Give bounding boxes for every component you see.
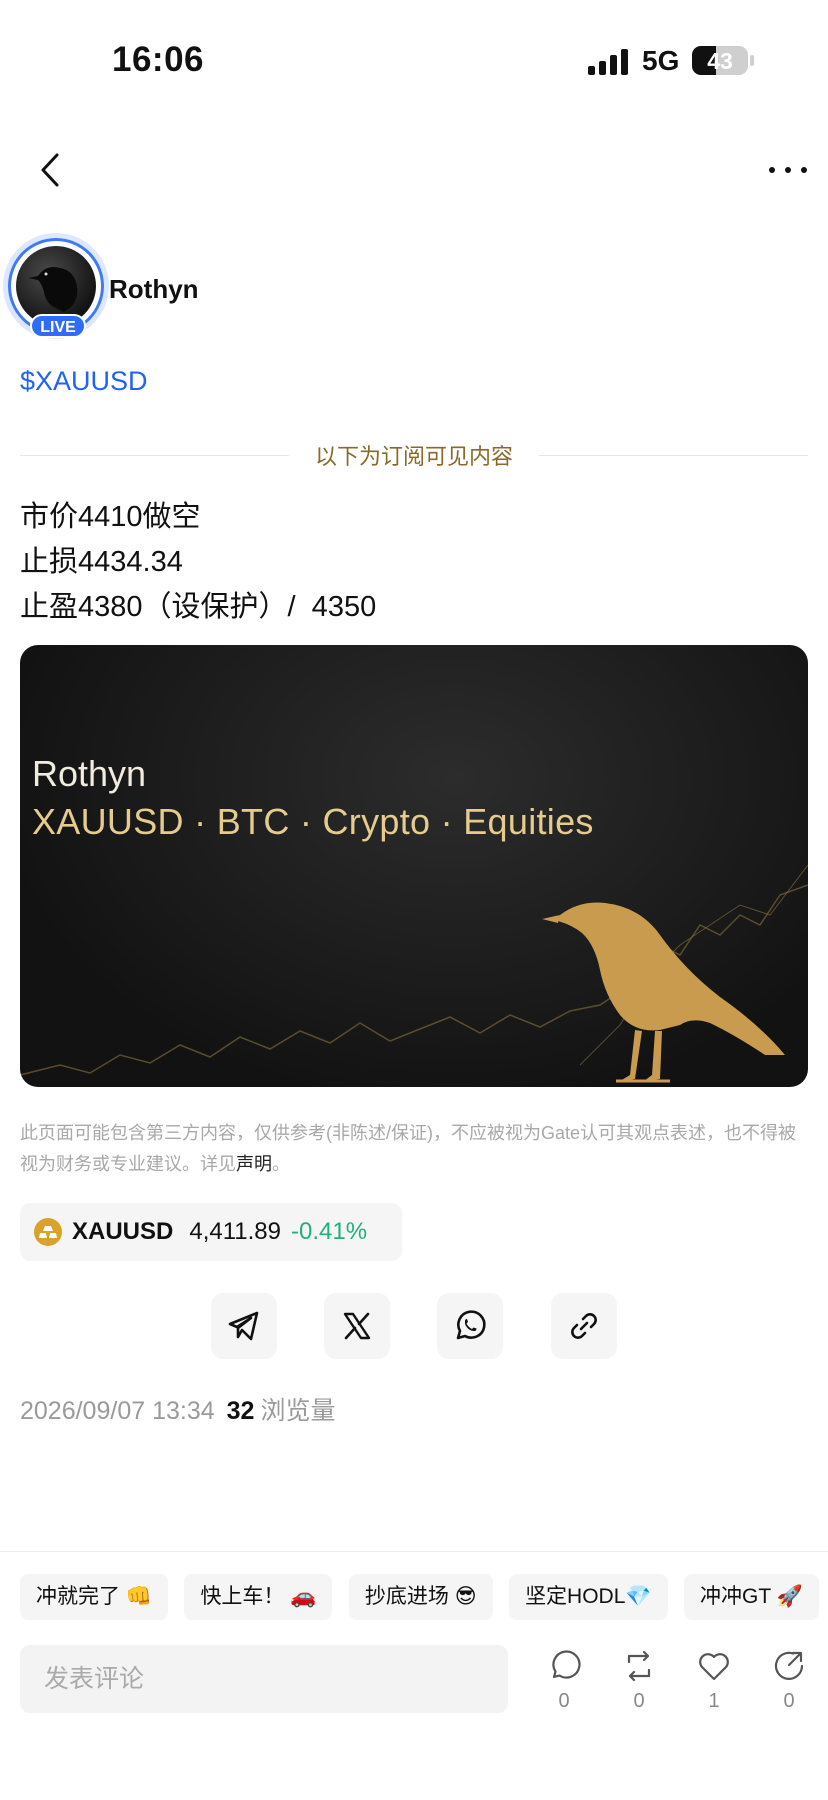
share-icon <box>774 1651 804 1680</box>
share-action[interactable]: 0 <box>759 1648 819 1713</box>
share-x-button[interactable] <box>324 1293 390 1359</box>
reaction-chip[interactable]: 快上车！ 🚗 <box>184 1574 333 1620</box>
whatsapp-icon <box>456 1310 486 1340</box>
signal-icon <box>588 47 630 75</box>
ticker-tag-link[interactable]: $XAUUSD <box>20 366 148 397</box>
quote-price: 4,411.89 <box>189 1218 281 1245</box>
comment-input[interactable]: 发表评论 <box>20 1645 508 1713</box>
more-button[interactable] <box>760 150 816 190</box>
gold-bar-icon <box>34 1218 62 1246</box>
views-count: 32 <box>226 1397 255 1425</box>
banner-brand: Rothyn <box>32 753 147 794</box>
link-icon <box>571 1313 597 1339</box>
repost-count: 0 <box>633 1690 645 1712</box>
share-whatsapp-button[interactable] <box>437 1293 503 1359</box>
share-count: 0 <box>783 1690 795 1712</box>
post-line: 止损4434.34 <box>20 546 183 578</box>
network-type: 5G <box>642 45 680 76</box>
post-meta: 2026/09/07 13:34 32 浏览量 <box>20 1391 335 1427</box>
subscriber-divider-label: 以下为订阅可见内容 <box>315 444 514 469</box>
x-icon <box>343 1312 371 1340</box>
comment-action[interactable]: 0 <box>534 1648 594 1713</box>
bottom-divider <box>0 1551 828 1552</box>
crow-silhouette <box>542 902 785 1083</box>
repost-action[interactable]: 0 <box>609 1648 669 1713</box>
repost-icon <box>627 1650 651 1682</box>
divider-line-right <box>539 454 809 456</box>
reaction-chip[interactable]: 抄底进场 😎 <box>348 1574 493 1620</box>
disclaimer-text: 此页面可能包含第三方内容，仅供参考(非陈述/保证)，不应被视为Gate认可其观点… <box>20 1123 797 1174</box>
post-line: 止盈4380（设保护）/ 4350 <box>20 591 377 623</box>
share-row <box>211 1293 617 1359</box>
live-badge: LIVE <box>30 314 86 338</box>
disclaimer-end: 。 <box>272 1154 290 1174</box>
battery-cap <box>750 55 754 66</box>
post-image[interactable]: Rothyn XAUUSD · BTC · Crypto · Equities <box>20 645 808 1087</box>
post-body: 市价4410做空 止损4434.34 止盈4380（设保护）/ 4350 <box>20 495 376 630</box>
post-datetime: 2026/09/07 13:34 <box>20 1397 215 1425</box>
statement-link[interactable]: 声明 <box>236 1154 272 1174</box>
divider-line-left <box>20 454 289 456</box>
share-link-button[interactable] <box>551 1293 617 1359</box>
like-action[interactable]: 1 <box>684 1648 744 1713</box>
reaction-chip[interactable]: 冲就完了 👊 <box>20 1574 168 1620</box>
share-telegram-button[interactable] <box>211 1293 277 1359</box>
quick-reactions: 冲就完了 👊 快上车！ 🚗 抄底进场 😎 坚定HODL💎 冲冲GT 🚀 <box>20 1574 828 1620</box>
subscriber-divider: 以下为订阅可见内容 <box>20 440 809 470</box>
like-count: 1 <box>708 1690 720 1712</box>
battery-level: 43 <box>707 48 733 74</box>
back-button[interactable] <box>28 148 72 192</box>
views-label: 浏览量 <box>260 1397 336 1425</box>
battery-icon: 43 <box>692 46 748 75</box>
comment-count: 0 <box>558 1690 570 1712</box>
status-time: 16:06 <box>112 40 205 79</box>
quote-card[interactable]: XAUUSD 4,411.89 -0.41% <box>20 1203 402 1261</box>
post-line: 市价4410做空 <box>20 501 201 533</box>
banner-tagline: XAUUSD · BTC · Crypto · Equities <box>32 801 594 842</box>
quote-change: -0.41% <box>290 1218 368 1245</box>
author-name[interactable]: Rothyn <box>109 274 199 305</box>
more-horizontal-icon <box>769 167 807 173</box>
status-bar: 16:06 5G 43 <box>0 0 828 110</box>
reaction-chip[interactable]: 冲冲GT 🚀 <box>684 1574 819 1620</box>
comment-icon <box>552 1650 581 1679</box>
disclaimer: 此页面可能包含第三方内容，仅供参考(非陈述/保证)，不应被视为Gate认可其观点… <box>20 1118 810 1180</box>
avatar[interactable]: LIVE <box>8 238 104 338</box>
heart-icon <box>699 1653 729 1681</box>
reaction-chip[interactable]: 坚定HODL💎 <box>509 1574 668 1620</box>
quote-symbol: XAUUSD <box>72 1218 174 1245</box>
banner-graphic <box>20 864 808 1083</box>
chevron-left-icon <box>41 153 59 187</box>
telegram-icon <box>228 1311 259 1341</box>
